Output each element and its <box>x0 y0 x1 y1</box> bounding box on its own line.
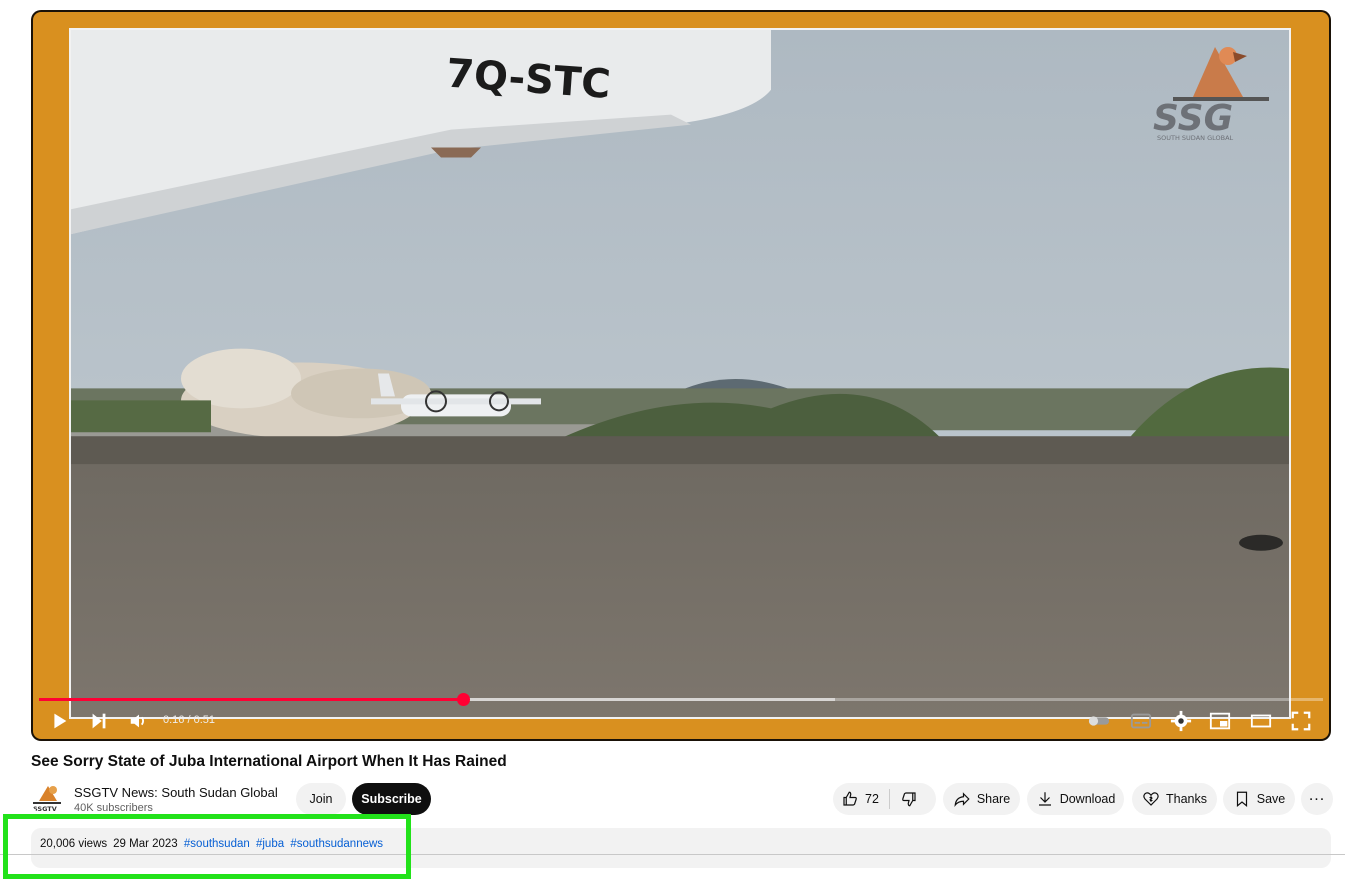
settings-button[interactable] <box>1167 709 1195 733</box>
save-label: Save <box>1256 792 1286 806</box>
dislike-button[interactable] <box>900 790 918 808</box>
volume-button[interactable] <box>125 709 153 733</box>
video-scene: 7Q-STC SSG SOUTH SUDAN GLOBAL <box>71 30 1289 717</box>
progress-scrubber[interactable] <box>456 693 470 706</box>
video-title: See Sorry State of Juba International Ai… <box>31 753 507 770</box>
download-button[interactable]: Download <box>1027 783 1124 815</box>
like-dislike-group: 72 <box>833 783 936 815</box>
share-label: Share <box>976 792 1011 806</box>
fullscreen-icon <box>1291 711 1311 731</box>
thanks-label: Thanks <box>1166 792 1207 806</box>
highlight-annotation-box <box>3 814 411 879</box>
progress-played <box>39 698 463 701</box>
subtitles-icon <box>1130 713 1152 729</box>
volume-icon <box>130 714 145 728</box>
like-button[interactable]: 72 <box>841 790 879 808</box>
next-icon <box>92 713 106 729</box>
player-controls: 0:16 / 0:51 <box>31 706 1331 736</box>
subscriber-count: 40K subscribers <box>74 802 153 814</box>
autoplay-toggle-icon <box>1088 716 1110 726</box>
more-icon: ... <box>1308 787 1326 804</box>
save-button[interactable]: Save <box>1223 783 1295 815</box>
channel-avatar[interactable]: SSGTV <box>31 783 63 815</box>
channel-watermark-logo: SSG SOUTH SUDAN GLOBAL <box>1153 42 1273 142</box>
like-divider <box>888 789 890 809</box>
watermark-text: SSG <box>1153 98 1233 139</box>
autoplay-toggle[interactable] <box>1085 709 1113 733</box>
bookmark-icon <box>1236 791 1247 808</box>
next-button[interactable] <box>85 709 113 733</box>
thumbs-down-icon <box>902 792 916 807</box>
subscribe-button[interactable]: Subscribe <box>352 783 431 815</box>
download-label: Download <box>1059 792 1116 806</box>
share-button[interactable]: Share <box>943 783 1020 815</box>
download-icon <box>1038 792 1051 806</box>
watermark-subtext: SOUTH SUDAN GLOBAL <box>1157 134 1234 142</box>
video-still-image: 7Q-STC <box>71 30 1289 717</box>
youtube-watch-page: 7Q-STC SSG SOUTH SUDAN GLOBAL 0:16 / 0:5… <box>0 0 1345 882</box>
avatar-label: SSGTV <box>33 805 57 813</box>
subtitles-button[interactable] <box>1127 709 1155 733</box>
thumbs-up-icon <box>843 791 857 806</box>
join-button[interactable]: Join <box>296 783 346 815</box>
video-frame[interactable]: 7Q-STC SSG SOUTH SUDAN GLOBAL <box>69 28 1291 719</box>
video-player[interactable]: 7Q-STC SSG SOUTH SUDAN GLOBAL 0:16 / 0:5… <box>31 10 1331 741</box>
play-icon <box>54 713 67 729</box>
play-button[interactable] <box>45 709 73 733</box>
thanks-button[interactable]: Thanks <box>1132 783 1217 815</box>
progress-bar[interactable] <box>39 693 1323 706</box>
thanks-heart-dollar-icon <box>1143 792 1159 806</box>
time-display: 0:16 / 0:51 <box>163 714 215 726</box>
theater-icon <box>1250 714 1272 728</box>
theater-mode-button[interactable] <box>1247 709 1275 733</box>
miniplayer-button[interactable] <box>1206 709 1234 733</box>
more-actions-button[interactable]: ... <box>1301 783 1333 815</box>
fullscreen-button[interactable] <box>1287 709 1315 733</box>
channel-name[interactable]: SSGTV News: South Sudan Global <box>74 785 278 800</box>
share-icon <box>954 792 970 807</box>
miniplayer-icon <box>1209 712 1231 730</box>
like-count: 72 <box>865 792 879 806</box>
gear-icon <box>1170 710 1192 732</box>
